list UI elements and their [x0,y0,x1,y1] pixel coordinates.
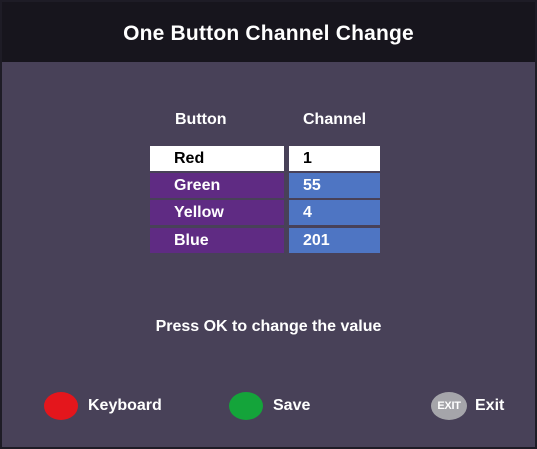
keyboard-button[interactable]: Keyboard [44,390,162,422]
keyboard-label: Keyboard [88,397,162,414]
channel-change-screen: One Button Channel Change Button Channel… [0,0,537,449]
instruction-text: Press OK to change the value [155,318,382,335]
save-label: Save [273,397,311,414]
exit-label: Exit [475,397,505,414]
channel-column-header: Channel [303,111,367,128]
channel-value-red[interactable]: 1 [289,146,380,171]
green-circle-icon [229,392,263,420]
button-cell-blue[interactable]: Blue [150,228,284,253]
button-column-header: Button [175,111,227,128]
button-cell-green[interactable]: Green [150,173,284,198]
table-row-green[interactable]: Green 55 [150,173,380,198]
channel-value-green[interactable]: 55 [289,173,380,198]
table-row-blue[interactable]: Blue 201 [150,228,380,253]
exit-key-icon: EXIT [431,392,467,420]
exit-button[interactable]: EXIT Exit [431,390,504,422]
channel-value-yellow[interactable]: 4 [289,200,380,225]
save-button[interactable]: Save [229,390,310,422]
page-title: One Button Channel Change [2,2,535,62]
red-circle-icon [44,392,78,420]
channel-value-blue[interactable]: 201 [289,228,380,253]
table-row-yellow[interactable]: Yellow 4 [150,200,380,225]
button-cell-red[interactable]: Red [150,146,284,171]
button-cell-yellow[interactable]: Yellow [150,200,284,225]
table-row-red[interactable]: Red 1 [150,146,380,171]
